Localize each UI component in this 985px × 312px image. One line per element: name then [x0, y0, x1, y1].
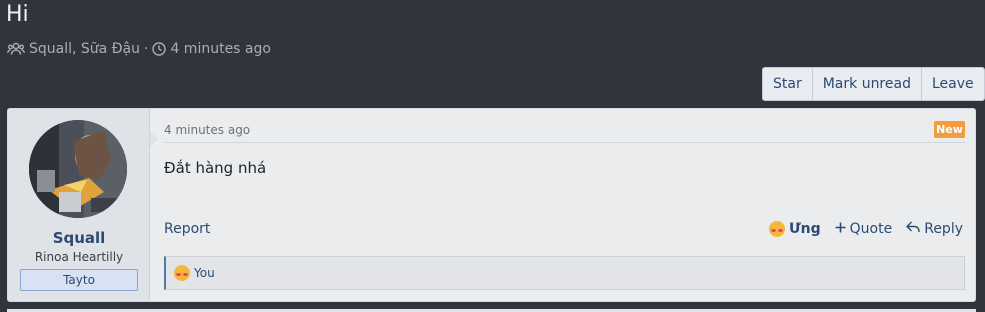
leave-button[interactable]: Leave — [922, 68, 984, 100]
message-divider — [164, 142, 965, 143]
love-emoji-icon — [768, 221, 785, 237]
star-button[interactable]: Star — [763, 68, 813, 100]
message-caret — [150, 131, 158, 147]
page-title: Hi — [6, 2, 29, 27]
reacted-by[interactable]: You — [194, 266, 215, 280]
avatar[interactable] — [29, 120, 127, 218]
quote-button[interactable]: Quote — [835, 221, 893, 237]
clock-icon — [152, 42, 167, 56]
report-link[interactable]: Report — [164, 221, 210, 237]
react-label: Ưng — [788, 221, 821, 237]
reply-label: Reply — [924, 221, 963, 237]
reply-button[interactable]: Reply — [906, 221, 963, 237]
love-emoji-icon — [174, 265, 190, 281]
thread-meta: Squall, Sữa Đậu · 4 minutes ago — [7, 41, 271, 57]
plus-icon — [835, 221, 846, 237]
message-user: Squall Rinoa Heartilly Tayto — [8, 109, 150, 301]
react-button[interactable]: Ưng — [768, 221, 821, 237]
user-title: Rinoa Heartilly — [34, 250, 124, 264]
user-banner: Tayto — [20, 269, 138, 291]
message: Squall Rinoa Heartilly Tayto 4 minutes a… — [7, 108, 976, 302]
mark-unread-button[interactable]: Mark unread — [813, 68, 922, 100]
reactions-bar[interactable]: You — [164, 256, 965, 290]
meta-separator: · — [144, 41, 149, 57]
thread-time[interactable]: 4 minutes ago — [170, 41, 271, 57]
thread-actions: Star Mark unread Leave — [762, 67, 985, 101]
new-badge: New — [934, 121, 965, 138]
quote-label: Quote — [849, 221, 893, 237]
participants-link[interactable]: Squall, Sữa Đậu — [29, 41, 140, 57]
message-body: Đắt hàng nhá — [164, 159, 267, 177]
users-icon — [7, 42, 25, 56]
reply-arrow-icon — [906, 221, 920, 237]
message-time[interactable]: 4 minutes ago — [164, 123, 250, 137]
message-actions: Ưng Quote Reply — [768, 221, 963, 237]
username[interactable]: Squall — [8, 229, 150, 247]
